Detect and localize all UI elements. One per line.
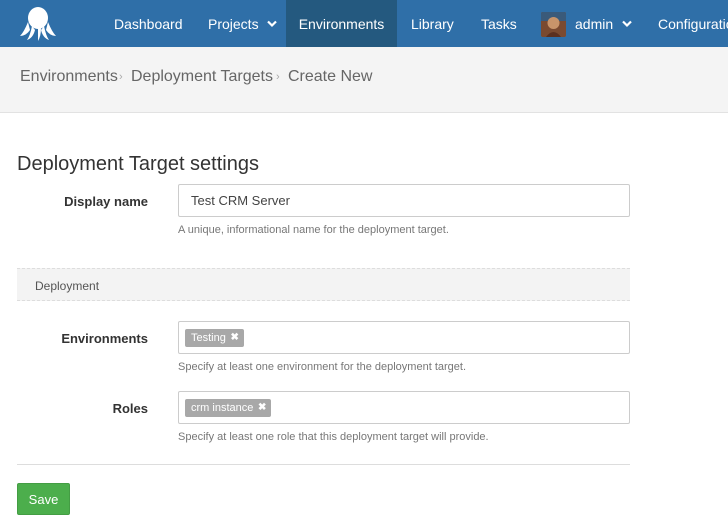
save-button[interactable]: Save xyxy=(17,483,70,515)
nav-library[interactable]: Library xyxy=(411,0,454,47)
breadcrumb-separator-icon: › xyxy=(119,71,123,83)
nav-environments-label: Environments xyxy=(298,16,385,32)
environment-tag-label: Testing xyxy=(191,332,226,344)
remove-tag-icon[interactable]: ✖ xyxy=(230,329,238,347)
nav-tasks-label: Tasks xyxy=(481,16,517,32)
deployment-group-title: Deployment xyxy=(35,279,100,293)
environment-tag: Testing ✖ xyxy=(185,329,244,347)
chevron-down-icon xyxy=(622,20,632,27)
breadcrumb: Environments › Deployment Targets › Crea… xyxy=(0,47,728,113)
deployment-group-header: Deployment xyxy=(17,268,630,301)
breadcrumb-create-new: Create New xyxy=(288,68,373,85)
nav-configuration-label: Configuratio xyxy=(658,16,728,32)
roles-label: Roles xyxy=(112,401,148,416)
nav-dashboard-label: Dashboard xyxy=(114,16,183,32)
octopus-logo-icon[interactable] xyxy=(18,6,58,42)
nav-configuration[interactable]: Configuratio xyxy=(658,0,728,47)
environments-tag-input[interactable]: Testing ✖ xyxy=(178,321,630,354)
chevron-down-icon xyxy=(267,20,278,27)
avatar-image-icon xyxy=(541,12,566,37)
nav-library-label: Library xyxy=(411,16,454,32)
remove-tag-icon[interactable]: ✖ xyxy=(258,399,266,417)
display-name-help: A unique, informational name for the dep… xyxy=(178,224,449,236)
nav-tasks[interactable]: Tasks xyxy=(481,0,517,47)
form-divider xyxy=(17,464,630,465)
nav-dashboard[interactable]: Dashboard xyxy=(114,0,183,47)
roles-help: Specify at least one role that this depl… xyxy=(178,431,489,443)
nav-user-menu[interactable]: admin xyxy=(575,0,632,47)
breadcrumb-deployment-targets[interactable]: Deployment Targets xyxy=(131,68,273,86)
top-nav-bar: Dashboard Projects Environments Library … xyxy=(0,0,728,47)
nav-environments[interactable]: Environments xyxy=(286,0,397,47)
roles-tag-input[interactable]: crm instance ✖ xyxy=(178,391,630,424)
environments-label: Environments xyxy=(61,331,148,346)
nav-user-label: admin xyxy=(575,16,614,32)
breadcrumb-environments[interactable]: Environments xyxy=(20,68,118,86)
nav-projects-label: Projects xyxy=(208,16,259,32)
environments-help: Specify at least one environment for the… xyxy=(178,361,466,373)
display-name-input[interactable] xyxy=(178,184,630,217)
display-name-label: Display name xyxy=(64,194,148,209)
page-title: Deployment Target settings xyxy=(17,153,259,175)
nav-projects[interactable]: Projects xyxy=(208,0,278,47)
role-tag-label: crm instance xyxy=(191,402,254,414)
breadcrumb-separator-icon: › xyxy=(276,71,280,83)
role-tag: crm instance ✖ xyxy=(185,399,272,417)
avatar[interactable] xyxy=(541,12,566,37)
